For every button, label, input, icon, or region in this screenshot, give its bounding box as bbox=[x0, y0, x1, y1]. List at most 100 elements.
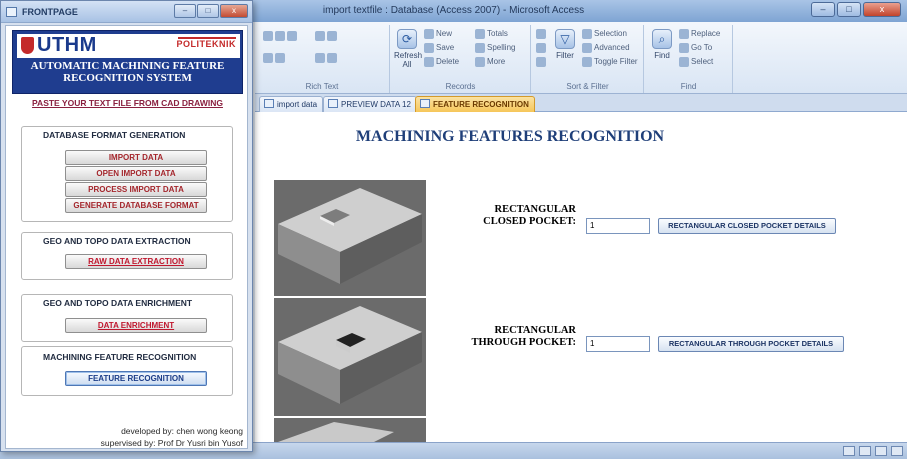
save-icon bbox=[424, 43, 434, 53]
toggle-filter-icon bbox=[582, 57, 592, 67]
uthm-shield-icon bbox=[21, 37, 34, 54]
selection-icon bbox=[582, 29, 592, 39]
politeknik-logo: POLITEKNIK bbox=[176, 37, 236, 55]
indent-icon[interactable] bbox=[315, 31, 339, 41]
raw-data-extraction-button[interactable]: RAW DATA EXTRACTION bbox=[65, 254, 207, 269]
maximize-button[interactable]: □ bbox=[197, 4, 219, 18]
document-tab-bar: import data PREVIEW DATA 12 FEATURE RECO… bbox=[255, 94, 907, 112]
system-title: AUTOMATIC MACHINING FEATURE RECOGNITION … bbox=[30, 60, 225, 84]
refresh-all-button[interactable]: ⟳ Refresh All bbox=[394, 29, 422, 69]
goto-button[interactable]: Go To bbox=[679, 43, 712, 53]
select-icon bbox=[679, 57, 689, 67]
paste-text-file-link[interactable]: PASTE YOUR TEXT FILE FROM CAD DRAWING bbox=[6, 98, 249, 108]
sort-descending-icon[interactable] bbox=[536, 43, 548, 53]
ribbon-group-label: Records bbox=[445, 82, 476, 91]
section-title-enrichment: GEO AND TOPO DATA ENRICHMENT bbox=[43, 298, 193, 308]
tab-import-data[interactable]: import data bbox=[259, 96, 324, 112]
maximize-button[interactable]: □ bbox=[837, 2, 861, 17]
access-window-controls: – □ x bbox=[811, 2, 901, 17]
more-icon bbox=[475, 57, 485, 67]
design-view-icon[interactable] bbox=[875, 446, 887, 456]
align-left-icon[interactable] bbox=[263, 31, 299, 41]
feature-recognition-button[interactable]: FEATURE RECOGNITION bbox=[65, 371, 207, 386]
through-pocket-image bbox=[274, 298, 426, 416]
closed-pocket-image bbox=[274, 180, 426, 296]
form-title: MACHINING FEATURES RECOGNITION bbox=[355, 128, 665, 145]
highlight-icon[interactable] bbox=[263, 53, 287, 63]
toggle-filter-button[interactable]: Toggle Filter bbox=[582, 57, 638, 67]
sort-ascending-icon[interactable] bbox=[536, 29, 548, 39]
through-pocket-count-input[interactable]: 1 bbox=[586, 336, 650, 352]
save-record-button[interactable]: Save bbox=[424, 43, 454, 53]
query-icon bbox=[328, 99, 338, 108]
closed-pocket-label: RECTANGULAR CLOSED POCKET: bbox=[483, 204, 576, 227]
tab-preview-data-12[interactable]: PREVIEW DATA 12 bbox=[323, 96, 417, 112]
credits-developer: developed by: chen wong keong bbox=[121, 426, 243, 436]
ribbon-group-label: Rich Text bbox=[305, 82, 339, 91]
new-icon bbox=[424, 29, 434, 39]
form-icon bbox=[420, 99, 430, 108]
minimize-button[interactable]: – bbox=[811, 2, 835, 17]
frontpage-window: FRONTPAGE – □ x UTHM POLITEKNIK AUTOMATI… bbox=[0, 0, 253, 452]
section-title-feature-recognition: MACHINING FEATURE RECOGNITION bbox=[43, 352, 197, 362]
refresh-icon: ⟳ bbox=[397, 29, 417, 49]
tab-feature-recognition[interactable]: FEATURE RECOGNITION bbox=[415, 96, 535, 112]
spelling-button[interactable]: Spelling bbox=[475, 43, 515, 53]
close-button[interactable]: x bbox=[220, 4, 248, 18]
frontpage-window-controls: – □ x bbox=[174, 4, 248, 18]
ribbon-group-find: ⌕ Find Replace Go To Select Find bbox=[645, 25, 733, 93]
frontpage-title: FRONTPAGE bbox=[22, 7, 78, 17]
list-icon[interactable] bbox=[315, 53, 339, 63]
advanced-icon bbox=[582, 43, 592, 53]
more-button[interactable]: More bbox=[475, 57, 505, 67]
sigma-icon bbox=[475, 29, 485, 39]
data-enrichment-button[interactable]: DATA ENRICHMENT bbox=[65, 318, 207, 333]
clear-sort-icon[interactable] bbox=[536, 57, 548, 67]
replace-button[interactable]: Replace bbox=[679, 29, 720, 39]
selection-button[interactable]: Selection bbox=[582, 29, 627, 39]
open-import-data-button[interactable]: OPEN IMPORT DATA bbox=[65, 166, 207, 181]
third-feature-image bbox=[274, 418, 426, 442]
find-button[interactable]: ⌕ Find bbox=[649, 29, 675, 60]
ribbon-group-records: ⟳ Refresh All New Save Delete Totals Spe… bbox=[391, 25, 531, 93]
ribbon-group-rich-text: Rich Text bbox=[255, 25, 390, 93]
process-import-data-button[interactable]: PROCESS IMPORT DATA bbox=[65, 182, 207, 197]
minimize-button[interactable]: – bbox=[174, 4, 196, 18]
select-button[interactable]: Select bbox=[679, 57, 713, 67]
frontpage-title-bar: FRONTPAGE – □ x bbox=[1, 1, 252, 23]
binoculars-icon: ⌕ bbox=[652, 29, 672, 49]
ribbon: Rich Text ⟳ Refresh All New Save Delete … bbox=[255, 22, 907, 94]
funnel-icon: ▽ bbox=[555, 29, 575, 49]
logo-strip: UTHM POLITEKNIK bbox=[17, 34, 240, 58]
goto-icon bbox=[679, 43, 689, 53]
frontpage-body: UTHM POLITEKNIK AUTOMATIC MACHINING FEAT… bbox=[5, 25, 248, 449]
close-button[interactable]: x bbox=[863, 2, 901, 17]
form-icon bbox=[6, 7, 17, 17]
layout-view-icon[interactable] bbox=[859, 446, 871, 456]
screen: import textfile : Database (Access 2007)… bbox=[0, 0, 907, 459]
filter-button[interactable]: ▽ Filter bbox=[552, 29, 578, 60]
closed-pocket-count-input[interactable]: 1 bbox=[586, 218, 650, 234]
generate-database-format-button[interactable]: GENERATE DATABASE FORMAT bbox=[65, 198, 207, 213]
feature-recognition-form: MACHINING FEATURES RECOGNITION RECTANGUL… bbox=[255, 112, 907, 442]
through-pocket-details-button[interactable]: RECTANGULAR THROUGH POCKET DETAILS bbox=[658, 336, 844, 352]
form-view-icon[interactable] bbox=[843, 446, 855, 456]
view-switcher bbox=[843, 446, 903, 456]
delete-record-button[interactable]: Delete bbox=[424, 57, 459, 67]
replace-icon bbox=[679, 29, 689, 39]
through-pocket-label: RECTANGULAR THROUGH POCKET: bbox=[471, 325, 576, 348]
header-banner: UTHM POLITEKNIK AUTOMATIC MACHINING FEAT… bbox=[12, 30, 243, 94]
advanced-button[interactable]: Advanced bbox=[582, 43, 630, 53]
politeknik-logo-text: POLITEKNIK bbox=[176, 39, 236, 49]
import-data-button[interactable]: IMPORT DATA bbox=[65, 150, 207, 165]
totals-button[interactable]: Totals bbox=[475, 29, 508, 39]
datasheet-view-icon[interactable] bbox=[891, 446, 903, 456]
spelling-icon bbox=[475, 43, 485, 53]
credits-supervisor: supervised by: Prof Dr Yusri bin Yusof bbox=[100, 438, 243, 448]
section-title-extraction: GEO AND TOPO DATA EXTRACTION bbox=[43, 236, 191, 246]
new-record-button[interactable]: New bbox=[424, 29, 452, 39]
closed-pocket-details-button[interactable]: RECTANGULAR CLOSED POCKET DETAILS bbox=[658, 218, 836, 234]
uthm-logo: UTHM bbox=[37, 34, 97, 56]
table-icon bbox=[264, 99, 274, 108]
delete-icon bbox=[424, 57, 434, 67]
